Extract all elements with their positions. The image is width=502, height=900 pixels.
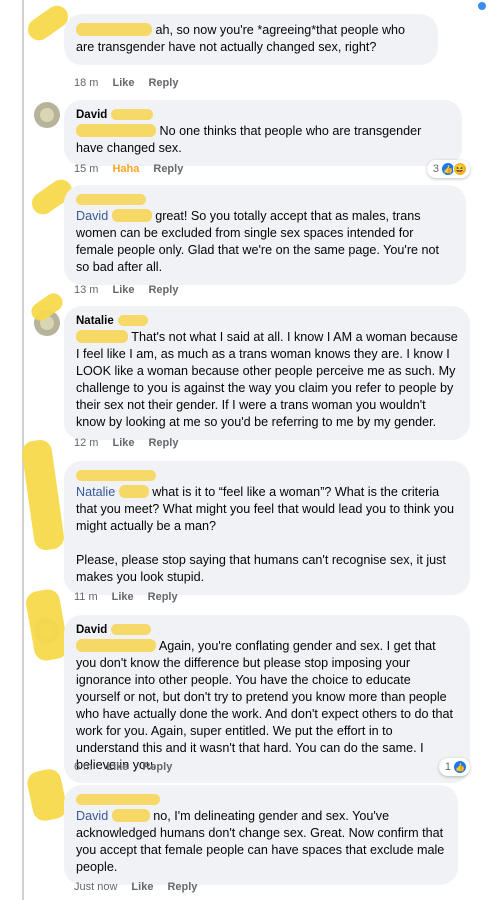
avatar[interactable] xyxy=(34,102,60,128)
redacted-author xyxy=(76,470,156,482)
redaction-scribble xyxy=(25,767,69,823)
mention-link[interactable]: David xyxy=(76,209,108,223)
like-button[interactable]: Like xyxy=(112,284,134,296)
reply-button[interactable]: Reply xyxy=(148,437,178,449)
like-button[interactable]: Like xyxy=(131,881,153,893)
redacted-author xyxy=(76,23,152,36)
reaction-summary[interactable]: 1 👍 xyxy=(438,758,470,776)
comment-author[interactable] xyxy=(76,469,458,484)
comment-meta: 18 m Like Reply xyxy=(74,77,178,89)
reply-button[interactable]: Reply xyxy=(148,284,178,296)
comment-time: 11 m xyxy=(74,591,98,603)
redacted-author xyxy=(76,194,146,206)
comment-author[interactable]: David xyxy=(76,623,458,638)
redacted-surname xyxy=(111,109,154,121)
reply-button[interactable]: Reply xyxy=(153,163,183,175)
redacted-mention xyxy=(76,124,156,137)
haha-reaction-button[interactable]: Haha xyxy=(112,163,139,175)
comment-text: David great! So you totally accept that … xyxy=(76,208,454,276)
comment-text: David no, I'm delineating gender and sex… xyxy=(76,808,446,876)
redacted-mention xyxy=(76,639,156,652)
redacted-surname xyxy=(117,315,148,327)
reaction-count: 3 xyxy=(432,163,439,175)
comment-body-paragraph-2: Please, please stop saying that humans c… xyxy=(76,553,446,584)
comment-time: 12 m xyxy=(74,437,99,449)
comment-bubble: David No one thinks that people who are … xyxy=(64,100,462,166)
redaction-scribble xyxy=(20,438,66,552)
like-button[interactable]: Like xyxy=(112,77,134,89)
comment-text: Again, you're conflating gender and sex.… xyxy=(76,638,458,774)
comment-time: 15 m xyxy=(74,163,99,175)
like-icon: 👍 xyxy=(453,760,467,774)
redacted-mention xyxy=(76,330,128,343)
redacted-author xyxy=(76,794,160,806)
comment-bubble: Natalie what is it to “feel like a woman… xyxy=(64,461,470,595)
comment-text: Natalie what is it to “feel like a woman… xyxy=(76,484,458,586)
comment-time: Just now xyxy=(74,881,118,893)
author-name: David xyxy=(76,624,108,636)
comment-body: That's not what I said at all. I know I … xyxy=(76,330,458,429)
redaction-scribble xyxy=(24,587,70,663)
comment-meta: 15 m Haha Reply xyxy=(74,163,183,175)
comment-bubble: David Again, you're conflating gender an… xyxy=(64,615,470,783)
comment-meta: 12 m Like Reply xyxy=(74,437,178,449)
reply-button[interactable]: Reply xyxy=(148,77,178,89)
redacted-mention xyxy=(118,485,149,498)
notification-dot xyxy=(478,2,486,10)
mention-link[interactable]: Natalie xyxy=(76,485,115,499)
comment-text: No one thinks that people who are transg… xyxy=(76,123,450,157)
comment-body: Again, you're conflating gender and sex.… xyxy=(76,639,453,772)
like-button[interactable]: Like xyxy=(112,591,134,603)
redacted-mention xyxy=(111,809,150,822)
comment-time: 6 m xyxy=(74,761,93,773)
redacted-surname xyxy=(111,624,152,636)
mention-link[interactable]: David xyxy=(76,809,108,823)
comment-time: 13 m xyxy=(74,284,99,296)
comment-author[interactable] xyxy=(76,193,454,208)
author-name: Natalie xyxy=(76,315,114,327)
comment-time: 18 m xyxy=(74,77,99,89)
haha-icon: 😆 xyxy=(453,162,467,176)
comment-text: That's not what I said at all. I know I … xyxy=(76,329,458,431)
comment-bubble: ah, so now you're *agreeing*that people … xyxy=(64,14,438,65)
comment-meta: Just now Like Reply xyxy=(74,881,197,893)
comment-bubble: David no, I'm delineating gender and sex… xyxy=(64,785,458,885)
comment-bubble: David great! So you totally accept that … xyxy=(64,185,466,285)
like-button[interactable]: Like xyxy=(112,437,134,449)
comment-meta: 6 m Like Reply xyxy=(74,761,172,773)
comment-bubble: Natalie That's not what I said at all. I… xyxy=(64,306,470,440)
reaction-summary[interactable]: 3 👍 😆 xyxy=(426,160,470,178)
comment-author[interactable]: Natalie xyxy=(76,314,458,329)
reply-button[interactable]: Reply xyxy=(148,591,178,603)
comment-text: ah, so now you're *agreeing*that people … xyxy=(76,22,426,56)
comment-author[interactable] xyxy=(76,793,446,808)
reply-button[interactable]: Reply xyxy=(167,881,197,893)
reaction-count: 1 xyxy=(444,761,451,773)
comment-author[interactable]: David xyxy=(76,108,450,123)
comment-meta: 13 m Like Reply xyxy=(74,284,178,296)
redacted-mention xyxy=(111,209,152,222)
like-button[interactable]: Like xyxy=(106,761,128,773)
author-name: David xyxy=(76,109,108,121)
reply-button[interactable]: Reply xyxy=(142,761,172,773)
comment-meta: 11 m Like Reply xyxy=(74,591,178,603)
